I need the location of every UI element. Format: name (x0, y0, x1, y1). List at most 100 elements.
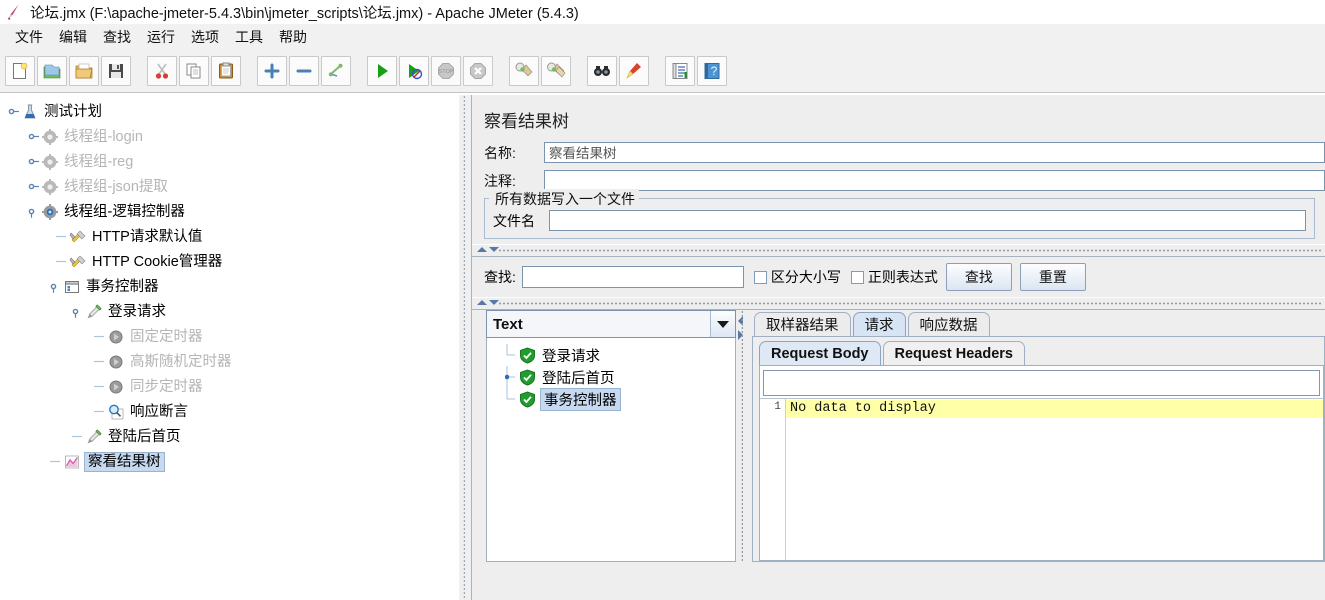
tab-request[interactable]: 请求 (852, 312, 906, 336)
collapse-up-icon[interactable] (477, 247, 487, 252)
clear-icon[interactable] (509, 56, 539, 86)
function-helper-icon[interactable] (665, 56, 695, 86)
test-plan-tree-pane[interactable]: 测试计划 线程组-login 线程组-reg 线程组-json提取 线程组-逻辑… (0, 95, 458, 600)
tree-node-thread-group-logic[interactable]: 线程组-逻辑控制器 (4, 199, 458, 224)
test-plan-icon (21, 103, 39, 121)
leaf-handle-icon (56, 255, 69, 268)
start-icon[interactable] (367, 56, 397, 86)
tree-node-label: 察看结果树 (84, 451, 165, 472)
horizontal-splitter-bottom[interactable] (472, 297, 1325, 310)
search-icon[interactable] (587, 56, 617, 86)
menu-search[interactable]: 查找 (96, 25, 138, 49)
menu-run[interactable]: 运行 (140, 25, 182, 49)
assertion-icon (107, 403, 125, 421)
tab-sampler-result[interactable]: 取样器结果 (754, 312, 851, 336)
reset-button[interactable]: 重置 (1019, 263, 1086, 291)
result-node-transaction-controller[interactable]: 事务控制器 (491, 387, 735, 411)
regex-checkbox[interactable] (850, 270, 864, 284)
main-vertical-splitter[interactable] (458, 95, 472, 600)
search-reset-icon[interactable] (619, 56, 649, 86)
tree-node-label: 线程组-逻辑控制器 (64, 203, 185, 220)
results-tree[interactable]: 登录请求 登陆后首页 事务控制器 (486, 338, 736, 562)
toggle-icon[interactable] (321, 56, 351, 86)
tree-node-transaction-controller[interactable]: 事务控制器 (4, 274, 458, 299)
search-input[interactable] (521, 266, 744, 288)
case-sensitive-checkbox[interactable] (753, 270, 767, 284)
tab-request-headers[interactable]: Request Headers (882, 341, 1025, 365)
menu-edit[interactable]: 编辑 (52, 25, 94, 49)
tree-node-sync-timer[interactable]: 同步定时器 (4, 374, 458, 399)
expand-handle-icon[interactable] (8, 105, 21, 118)
menu-help[interactable]: 帮助 (272, 25, 314, 49)
panel-title: 察看结果树 (484, 112, 569, 131)
collapse-all-icon[interactable] (289, 56, 319, 86)
tree-node-response-assertion[interactable]: 响应断言 (4, 399, 458, 424)
clear-all-icon[interactable] (541, 56, 571, 86)
tree-node-home-after-login[interactable]: 登陆后首页 (4, 424, 458, 449)
menu-tools[interactable]: 工具 (228, 25, 270, 49)
expand-handle-icon[interactable] (28, 155, 41, 168)
splitter-grip (498, 249, 1323, 252)
tree-node-gaussian-timer[interactable]: 高斯随机定时器 (4, 349, 458, 374)
menu-options[interactable]: 选项 (184, 25, 226, 49)
expand-all-icon[interactable] (257, 56, 287, 86)
menu-file[interactable]: 文件 (8, 25, 50, 49)
copy-icon[interactable] (179, 56, 209, 86)
new-icon[interactable] (5, 56, 35, 86)
tree-node-cookie-manager[interactable]: HTTP Cookie管理器 (4, 249, 458, 274)
leaf-handle-icon (94, 355, 107, 368)
tree-node-label: HTTP Cookie管理器 (92, 253, 223, 270)
expand-handle-icon[interactable] (504, 366, 519, 388)
tree-node-thread-group-login[interactable]: 线程组-login (4, 124, 458, 149)
comment-input[interactable] (544, 170, 1325, 191)
collapse-handle-icon[interactable] (72, 305, 85, 318)
tree-node-thread-group-json[interactable]: 线程组-json提取 (4, 174, 458, 199)
leaf-handle-icon (72, 430, 85, 443)
tree-node-test-plan[interactable]: 测试计划 (4, 99, 458, 124)
result-node-home-after-login[interactable]: 登陆后首页 (491, 366, 735, 388)
collapse-up-icon[interactable] (477, 300, 487, 305)
result-node-login-request[interactable]: 登录请求 (491, 344, 735, 366)
request-body-search-field[interactable] (763, 370, 1320, 396)
start-no-timers-icon[interactable] (399, 56, 429, 86)
tree-node-thread-group-reg[interactable]: 线程组-reg (4, 149, 458, 174)
groupbox-border-right (597, 198, 1314, 199)
horizontal-splitter-top[interactable] (472, 244, 1325, 257)
result-node-label: 登录请求 (542, 348, 600, 365)
tree-node-view-results-tree[interactable]: 察看结果树 (4, 449, 458, 474)
templates-icon[interactable] (37, 56, 67, 86)
tree-node-label: 高斯随机定时器 (130, 353, 232, 370)
help-icon[interactable]: ? (697, 56, 727, 86)
renderer-combobox[interactable]: Text (486, 310, 736, 338)
tree-node-label: 登录请求 (108, 303, 166, 320)
expand-handle-icon[interactable] (28, 180, 41, 193)
filename-input[interactable] (549, 210, 1306, 231)
chevron-down-icon[interactable] (710, 311, 735, 337)
request-body-code-area[interactable]: 1 No data to display (760, 398, 1323, 560)
save-icon[interactable] (101, 56, 131, 86)
results-vertical-splitter[interactable] (736, 310, 750, 562)
open-icon[interactable] (69, 56, 99, 86)
success-shield-icon (519, 347, 536, 364)
tab-request-body[interactable]: Request Body (759, 341, 881, 365)
thread-group-active-icon (41, 203, 59, 221)
name-input[interactable]: 察看结果树 (544, 142, 1325, 163)
jmeter-feather-icon (6, 3, 24, 21)
success-shield-icon (519, 391, 536, 408)
toolbar-separator (132, 71, 146, 72)
tree-node-http-defaults[interactable]: HTTP请求默认值 (4, 224, 458, 249)
collapse-handle-icon[interactable] (50, 280, 63, 293)
tab-response-data[interactable]: 响应数据 (907, 312, 990, 336)
tree-node-label: 线程组-login (64, 128, 143, 145)
cut-icon[interactable] (147, 56, 177, 86)
expand-handle-icon[interactable] (28, 130, 41, 143)
tree-node-label: 同步定时器 (130, 378, 203, 395)
http-sampler-icon (85, 428, 103, 446)
regex-checkbox-wrap[interactable]: 正则表达式 (850, 267, 938, 287)
paste-icon[interactable] (211, 56, 241, 86)
case-sensitive-checkbox-wrap[interactable]: 区分大小写 (753, 267, 841, 287)
collapse-handle-icon[interactable] (28, 205, 41, 218)
find-button[interactable]: 查找 (945, 263, 1012, 291)
tree-node-login-request[interactable]: 登录请求 (4, 299, 458, 324)
tree-node-constant-timer[interactable]: 固定定时器 (4, 324, 458, 349)
